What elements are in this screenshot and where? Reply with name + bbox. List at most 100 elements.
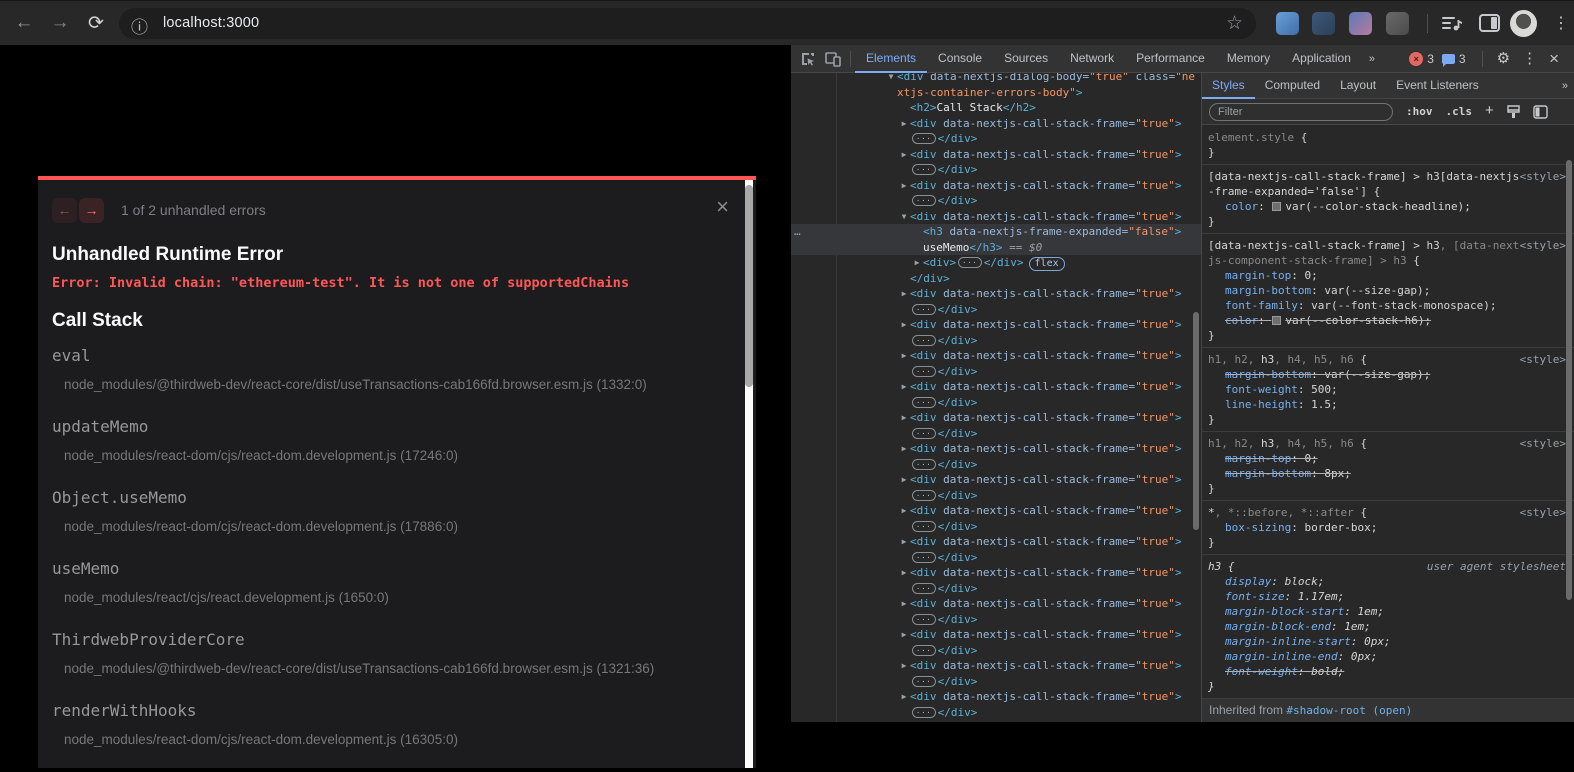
url-text[interactable]: localhost:3000 [163, 15, 259, 31]
dom-tree-row[interactable]: ▶<div data-nextjs-call-stack-frame="true… [791, 472, 1201, 488]
dom-tree-row[interactable]: ▶<div data-nextjs-call-stack-frame="true… [791, 441, 1201, 457]
css-declaration[interactable]: box-sizing: border-box; [1208, 520, 1566, 535]
dom-tree-row[interactable]: ···</div> [791, 550, 1201, 566]
computed-panel-toggle-icon[interactable] [1533, 105, 1548, 119]
dom-tree-row[interactable]: ···</div> [791, 457, 1201, 473]
stylesheet-link[interactable]: <style> [1520, 352, 1566, 367]
styles-scrollbar-thumb[interactable] [1566, 160, 1572, 600]
profile-avatar[interactable] [1510, 10, 1537, 37]
dom-tree-row[interactable]: ▶<div data-nextjs-call-stack-frame="true… [791, 147, 1201, 163]
css-rule[interactable]: <style>*, *::before, *::after {box-sizin… [1202, 501, 1574, 555]
dom-tree-row[interactable]: ···</div> [791, 581, 1201, 597]
styles-tab-styles[interactable]: Styles [1202, 73, 1255, 99]
tree-twisty-icon[interactable]: ▶ [898, 178, 910, 194]
tree-twisty-icon[interactable]: ▶ [898, 317, 910, 333]
color-swatch[interactable] [1272, 202, 1281, 211]
css-declaration[interactable]: margin-inline-end: 0px; [1208, 649, 1566, 664]
tab-console[interactable]: Console [927, 45, 993, 73]
css-declaration[interactable]: margin-block-start: 1em; [1208, 604, 1566, 619]
styles-tab-event-listeners[interactable]: Event Listeners [1386, 73, 1489, 99]
css-rule[interactable]: user agent stylesheeth3 {display: block;… [1202, 555, 1574, 699]
dom-tree-row[interactable]: ▶<div data-nextjs-call-stack-frame="true… [791, 534, 1201, 550]
expand-ellipsis-icon[interactable]: ··· [912, 335, 936, 346]
css-rule[interactable]: element.style {} [1202, 126, 1574, 165]
dom-tree-row[interactable]: ▼<div data-nextjs-dialog-body="true" cla… [791, 73, 1201, 85]
expand-ellipsis-icon[interactable]: ··· [912, 366, 936, 377]
css-declaration[interactable]: line-height: 1.5; [1208, 397, 1566, 412]
dom-tree-row[interactable]: ···</div> [791, 519, 1201, 535]
expand-ellipsis-icon[interactable]: ··· [912, 614, 936, 625]
dom-tree-row[interactable]: ▶<div data-nextjs-call-stack-frame="true… [791, 410, 1201, 426]
expand-ellipsis-icon[interactable]: ··· [912, 133, 936, 144]
tree-twisty-icon[interactable]: ▶ [911, 255, 923, 271]
dialog-scrollbar[interactable] [745, 180, 753, 768]
dom-tree-row[interactable]: ···</div> [791, 643, 1201, 659]
css-declaration[interactable]: display: block; [1208, 574, 1566, 589]
class-toggle[interactable]: .cls [1446, 105, 1473, 118]
expand-ellipsis-icon[interactable]: ··· [912, 164, 936, 175]
expand-ellipsis-icon[interactable]: ··· [912, 459, 936, 470]
node-more-actions[interactable]: … [794, 224, 801, 240]
message-count[interactable]: 3 [1459, 52, 1466, 66]
dom-tree-row[interactable]: ▶<div data-nextjs-call-stack-frame="true… [791, 627, 1201, 643]
css-rule[interactable]: <style>[data-nextjs-call-stack-frame] > … [1202, 165, 1574, 234]
dom-tree-row[interactable]: ···</div> [791, 333, 1201, 349]
stylesheet-link[interactable]: <style> [1520, 505, 1566, 520]
media-controls-icon[interactable] [1441, 14, 1463, 37]
expand-ellipsis-icon[interactable]: ··· [912, 521, 936, 532]
console-message-icon[interactable] [1442, 54, 1455, 64]
expand-ellipsis-icon[interactable]: ··· [912, 490, 936, 501]
dom-tree-row[interactable]: ···</div> [791, 426, 1201, 442]
dom-tree-row[interactable]: ▶<div data-nextjs-call-stack-frame="true… [791, 178, 1201, 194]
css-rule[interactable]: <style>h1, h2, h3, h4, h5, h6 {margin-to… [1202, 432, 1574, 501]
stylesheet-link[interactable]: <style> [1520, 238, 1566, 253]
dom-tree-row[interactable]: ···</div> [791, 131, 1201, 147]
css-declaration[interactable]: margin-bottom: var(--size-gap); [1208, 367, 1566, 382]
css-declaration[interactable]: font-size: 1.17em; [1208, 589, 1566, 604]
elements-scrollbar-thumb[interactable] [1193, 312, 1199, 530]
flex-badge[interactable]: flex [1029, 257, 1065, 271]
tab-memory[interactable]: Memory [1216, 45, 1281, 73]
previous-error-button[interactable]: ← [52, 198, 77, 223]
tab-sources[interactable]: Sources [993, 45, 1059, 73]
styles-tab-computed[interactable]: Computed [1255, 73, 1330, 99]
expand-ellipsis-icon[interactable]: ··· [912, 397, 936, 408]
css-rule[interactable]: <style>[data-nextjs-call-stack-frame] > … [1202, 234, 1574, 348]
css-declaration[interactable]: margin-top: 0; [1208, 451, 1566, 466]
dom-tree-row[interactable]: ···</div> [791, 395, 1201, 411]
extension-icon-2[interactable] [1312, 12, 1335, 35]
dom-tree-row[interactable]: ▶<div data-nextjs-call-stack-frame="true… [791, 503, 1201, 519]
devtools-close-icon[interactable]: × [1549, 50, 1559, 67]
tree-twisty-icon[interactable]: ▶ [898, 286, 910, 302]
dom-tree-row[interactable]: xtjs-container-errors-body"> [791, 85, 1201, 101]
dom-tree-row[interactable]: ···</div> [791, 612, 1201, 628]
tab-network[interactable]: Network [1059, 45, 1125, 73]
tree-twisty-icon[interactable]: ▶ [898, 147, 910, 163]
expand-ellipsis-icon[interactable]: ··· [912, 304, 936, 315]
css-rule[interactable]: <style>h1, h2, h3, h4, h5, h6 {margin-bo… [1202, 348, 1574, 432]
tree-twisty-icon[interactable]: ▶ [898, 503, 910, 519]
extension-icon-4[interactable] [1386, 12, 1409, 35]
extension-icon-1[interactable] [1276, 12, 1299, 35]
tree-twisty-icon[interactable]: ▶ [898, 565, 910, 581]
dom-tree-row[interactable]: ▶<div data-nextjs-call-stack-frame="true… [791, 565, 1201, 581]
address-bar[interactable]: ⓘ localhost:3000 ☆ [119, 8, 1256, 39]
dom-tree-row[interactable]: ···</div> [791, 705, 1201, 721]
css-declaration[interactable]: margin-top: 0; [1208, 268, 1566, 283]
expand-ellipsis-icon[interactable]: ··· [912, 707, 936, 718]
side-panel-icon[interactable] [1479, 14, 1500, 32]
css-declaration[interactable]: margin-bottom: 8px; [1208, 466, 1566, 481]
css-declaration[interactable]: color: var(--color-stack-headline); [1208, 199, 1566, 214]
dom-tree-row[interactable]: ···</div> [791, 488, 1201, 504]
browser-menu-icon[interactable]: ⋮ [1553, 13, 1569, 33]
tree-twisty-icon[interactable]: ▶ [898, 627, 910, 643]
back-icon[interactable]: ← [8, 7, 40, 39]
dom-tree-row[interactable]: ▼<div data-nextjs-call-stack-frame="true… [791, 209, 1201, 225]
tree-twisty-icon[interactable]: ▶ [898, 596, 910, 612]
tree-twisty-icon[interactable]: ▶ [898, 658, 910, 674]
dom-tree-row[interactable]: ···</div> [791, 364, 1201, 380]
stylesheet-link[interactable]: <style> [1520, 436, 1566, 451]
more-tabs-icon[interactable]: » [1362, 53, 1381, 65]
inspect-element-icon[interactable] [800, 51, 816, 67]
dom-tree-row[interactable]: ···</div> [791, 193, 1201, 209]
